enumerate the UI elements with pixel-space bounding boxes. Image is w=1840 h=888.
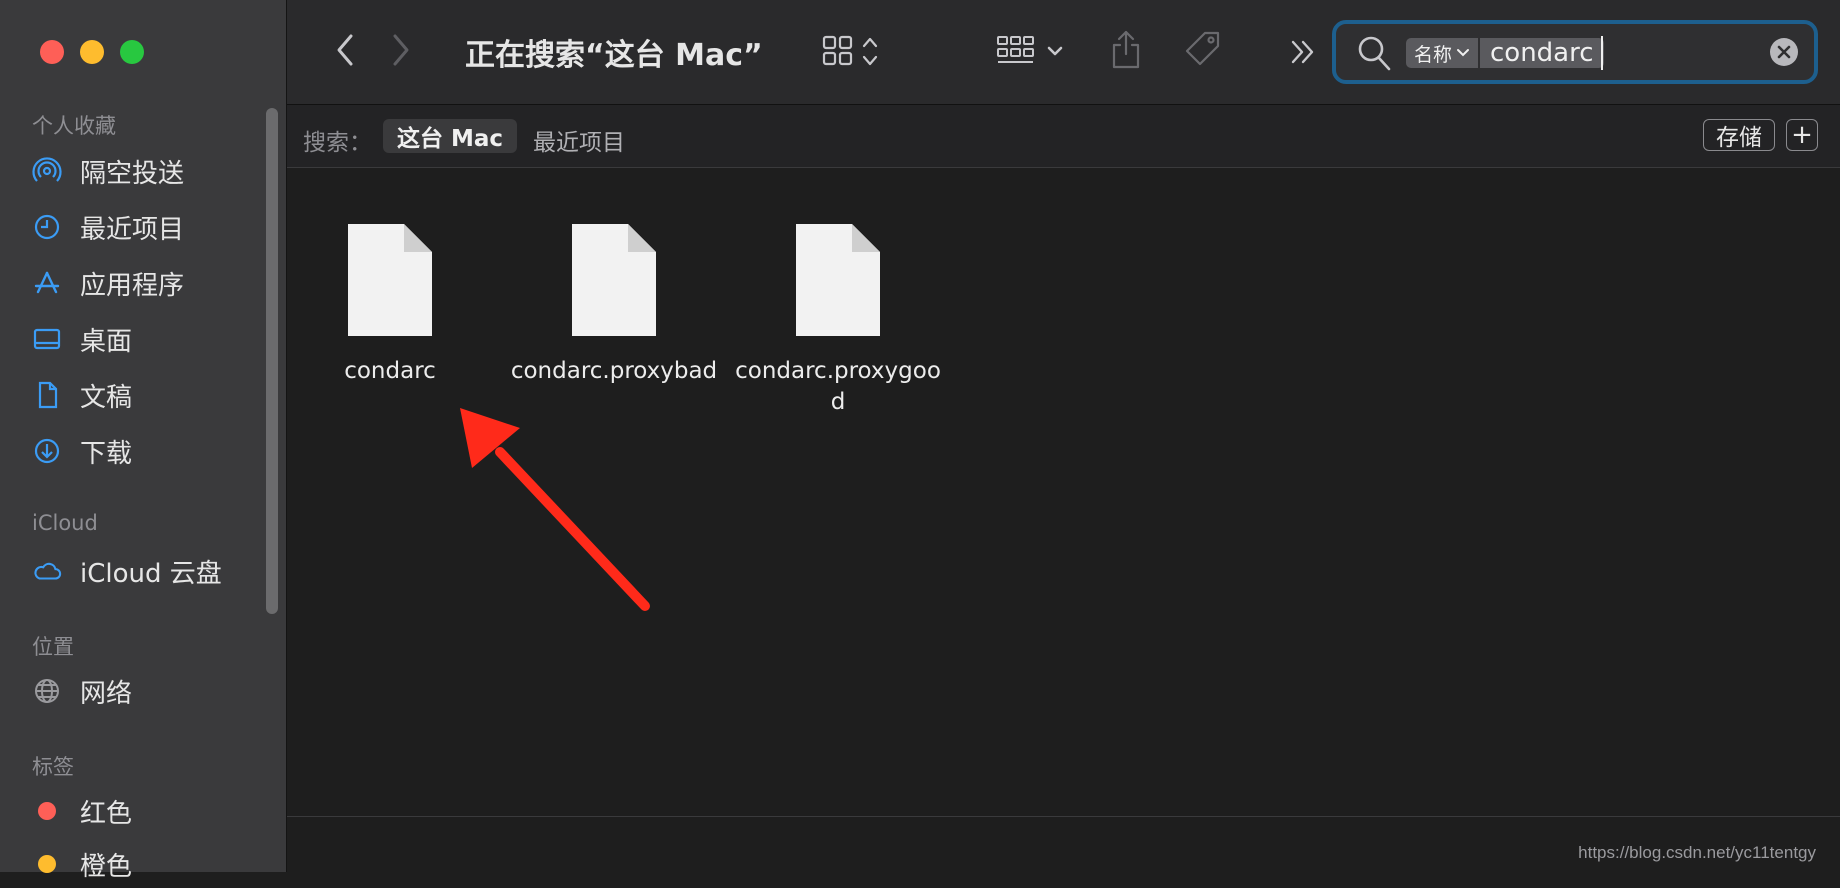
sidebar-item-label: 隔空投送 (80, 158, 185, 189)
file-item[interactable]: condarc (285, 222, 495, 387)
sidebar-item-label: 桌面 (80, 326, 133, 357)
file-item[interactable]: condarc.proxygood (733, 222, 943, 418)
sidebar-item-documents[interactable]: 文稿 (32, 371, 262, 419)
tags-button[interactable] (1180, 28, 1226, 72)
sidebar-item-downloads[interactable]: 下载 (32, 427, 262, 475)
sidebar-item-label: 网络 (80, 678, 133, 709)
document-file-icon (796, 224, 880, 336)
text-caret (1601, 36, 1603, 70)
search-scope-bar: 搜索： 这台 Mac 最近项目 存储 + (287, 105, 1840, 168)
scope-this-mac[interactable]: 这台 Mac (383, 119, 518, 153)
tag-orange-icon (32, 849, 62, 879)
sidebar-item-recents[interactable]: 最近项目 (32, 203, 262, 251)
search-token-value[interactable]: condarc (1480, 38, 1604, 68)
cloud-icon (32, 556, 62, 586)
sidebar-item-desktop[interactable]: 桌面 (32, 315, 262, 363)
desktop-icon (32, 324, 62, 354)
sidebar-section-locations: 位置 (32, 635, 74, 659)
globe-icon (32, 676, 62, 706)
finder-window: 个人收藏 隔空投送 最近项目 应用程序 桌面 文稿 下载 iCloud iClo… (0, 0, 1840, 882)
tag-icon (1185, 31, 1220, 66)
search-token-category-label: 名称 (1414, 43, 1453, 66)
scope-label: 搜索： (303, 130, 372, 156)
download-icon (32, 436, 62, 466)
sidebar-section-tags: 标签 (32, 755, 74, 779)
document-file-icon (348, 224, 432, 336)
airdrop-icon (32, 156, 62, 186)
chevron-down-icon (1457, 49, 1470, 57)
share-button[interactable] (1106, 28, 1146, 72)
sidebar-section-favorites: 个人收藏 (32, 114, 116, 138)
double-chevron-right-icon (1291, 40, 1314, 64)
applications-icon (32, 268, 62, 298)
sidebar-section-icloud: iCloud (32, 511, 98, 535)
close-icon (1777, 45, 1791, 59)
chevron-right-icon (393, 34, 409, 66)
sidebar-item-tag-orange[interactable]: 橙色 (32, 840, 262, 888)
sidebar-item-label: iCloud 云盘 (80, 558, 222, 589)
close-window-button[interactable] (40, 40, 64, 64)
sidebar-item-label: 应用程序 (80, 270, 185, 301)
view-mode-button[interactable] (818, 32, 890, 72)
sidebar-item-network[interactable]: 网络 (32, 667, 262, 715)
scope-recents[interactable]: 最近项目 (533, 123, 625, 157)
document-icon (32, 380, 62, 410)
search-token-category[interactable]: 名称 (1406, 38, 1479, 68)
file-results: condarc condarc.proxybad condarc.proxygo… (287, 168, 1840, 816)
sidebar-item-applications[interactable]: 应用程序 (32, 259, 262, 307)
tag-red-icon (32, 796, 62, 826)
share-icon (1112, 30, 1140, 69)
back-button[interactable] (327, 30, 363, 70)
file-name: condarc (344, 358, 436, 384)
sidebar-item-icloud-drive[interactable]: iCloud 云盘 (32, 547, 262, 595)
minimize-window-button[interactable] (80, 40, 104, 64)
save-search-button[interactable]: 存储 (1703, 119, 1775, 151)
window-title: 正在搜索“这台 Mac” (465, 38, 763, 73)
group-by-button[interactable] (996, 32, 1068, 72)
sidebar-scrollbar[interactable] (266, 108, 278, 614)
forward-button[interactable] (383, 30, 419, 70)
watermark: https://blog.csdn.net/yc11tentgy (1578, 843, 1816, 862)
sidebar-item-tag-red[interactable]: 红色 (32, 787, 262, 835)
more-toolbar-button[interactable] (1286, 32, 1320, 72)
sidebar-item-airdrop[interactable]: 隔空投送 (32, 147, 262, 195)
add-criteria-button[interactable]: + (1786, 119, 1818, 151)
sidebar-item-label: 文稿 (80, 382, 133, 413)
sidebar-item-label: 橙色 (80, 851, 133, 882)
file-name: condarc.proxygood (735, 358, 941, 415)
clock-icon (32, 212, 62, 242)
search-field[interactable]: 名称 condarc (1332, 20, 1818, 84)
group-grid-icon (997, 36, 1063, 63)
status-bar: https://blog.csdn.net/yc11tentgy (287, 816, 1840, 873)
zoom-window-button[interactable] (120, 40, 144, 64)
chevron-left-icon (337, 34, 353, 66)
icon-view-grid-icon (822, 35, 878, 66)
sidebar-item-label: 红色 (80, 798, 133, 829)
sidebar-item-label: 最近项目 (80, 214, 185, 245)
search-icon (1356, 34, 1392, 76)
clear-search-button[interactable] (1770, 38, 1798, 66)
file-name: condarc.proxybad (510, 358, 718, 384)
document-file-icon (572, 224, 656, 336)
file-item[interactable]: condarc.proxybad (509, 222, 719, 387)
sidebar: 个人收藏 隔空投送 最近项目 应用程序 桌面 文稿 下载 iCloud iClo… (0, 0, 287, 882)
sidebar-item-label: 下载 (80, 438, 133, 469)
